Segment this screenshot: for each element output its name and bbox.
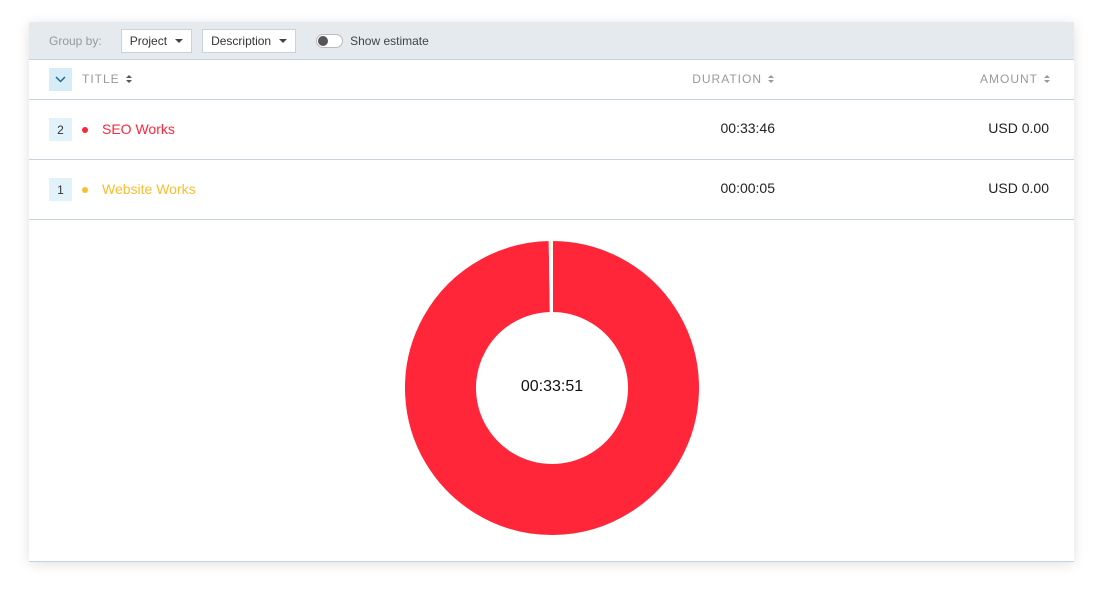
- toggle-switch[interactable]: [316, 33, 344, 48]
- table-row[interactable]: 1 Website Works 00:00:05 USD 0.00: [29, 160, 1074, 220]
- sort-icon: [125, 75, 132, 83]
- toggle-knob: [318, 35, 329, 46]
- sort-icon: [768, 75, 774, 83]
- project-title[interactable]: Website Works: [102, 181, 196, 197]
- sort-icon: [1044, 75, 1050, 83]
- table-row[interactable]: 2 SEO Works 00:33:46 USD 0.00: [29, 100, 1074, 160]
- row-duration: 00:33:46: [720, 120, 776, 136]
- group-by-toolbar: Group by: Project Description Show estim…: [29, 22, 1074, 60]
- duration-column-header[interactable]: DURATION: [692, 72, 774, 86]
- duration-header-label: DURATION: [692, 72, 762, 86]
- show-estimate-toggle[interactable]: Show estimate: [316, 33, 429, 48]
- table-header: TITLE DURATION AMOUNT: [29, 60, 1074, 100]
- entry-count-badge[interactable]: 1: [49, 178, 72, 201]
- amount-header-label: AMOUNT: [980, 72, 1038, 86]
- donut-slice-website-works[interactable]: [548, 238, 553, 315]
- project-color-dot: [82, 187, 88, 193]
- group-by-description-value: Description: [211, 33, 272, 48]
- donut-center-total: 00:33:51: [520, 378, 584, 395]
- title-header-label: TITLE: [82, 72, 120, 86]
- project-title[interactable]: SEO Works: [102, 121, 175, 137]
- row-amount: USD 0.00: [988, 180, 1049, 196]
- amount-column-header[interactable]: AMOUNT: [980, 72, 1050, 86]
- show-estimate-label: Show estimate: [350, 33, 429, 48]
- summary-report-card: Group by: Project Description Show estim…: [29, 22, 1074, 562]
- group-by-project-dropdown[interactable]: Project: [120, 28, 193, 53]
- caret-down-icon: [279, 38, 288, 43]
- donut-chart-area: 00:33:51: [29, 220, 1074, 560]
- entry-count-badge[interactable]: 2: [49, 118, 72, 141]
- group-by-project-value: Project: [129, 33, 168, 48]
- group-by-label: Group by:: [49, 33, 102, 48]
- row-duration: 00:00:05: [720, 180, 776, 196]
- group-by-description-dropdown[interactable]: Description: [202, 28, 297, 53]
- caret-down-icon: [175, 38, 184, 43]
- project-color-dot: [82, 127, 88, 133]
- collapse-all-button[interactable]: [49, 68, 72, 91]
- chevron-down-icon: [55, 76, 66, 83]
- row-amount: USD 0.00: [988, 120, 1049, 136]
- title-column-header[interactable]: TITLE: [82, 72, 132, 86]
